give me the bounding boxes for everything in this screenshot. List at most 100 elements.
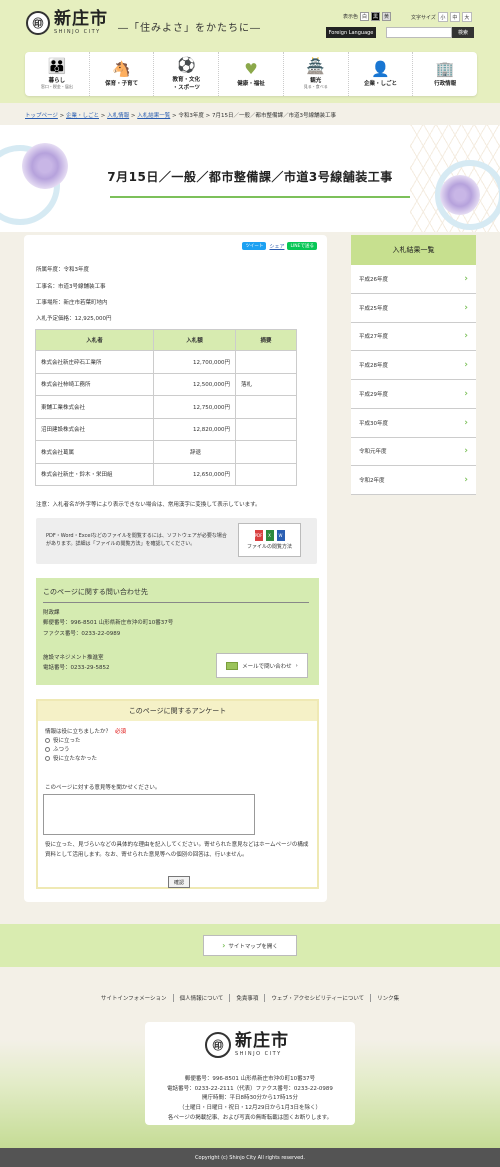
- file-viewer-label: ファイルの閲覧方法: [246, 544, 292, 550]
- sidebar-item[interactable]: 平成28年度 ›: [351, 351, 476, 380]
- amount-cell: 辞退: [153, 440, 236, 464]
- pdf-icon: PDF: [254, 530, 263, 541]
- breadcrumb-current: 令和3年度 > 7月15日／一般／都市整備課／市道3号線舗装工事: [178, 113, 336, 119]
- remark-cell: 落札: [235, 372, 297, 396]
- remark-cell: [235, 350, 297, 374]
- gnav-label: 教育・文化 ・スポーツ: [172, 76, 201, 91]
- business-icon: 👤: [371, 59, 390, 78]
- footer-tel: 電話番号：0233-22-2111（代表）ファクス番号：0233-22-0989: [167, 1085, 333, 1092]
- excel-icon: X: [265, 530, 274, 541]
- chevron-right-icon: ›: [464, 417, 468, 428]
- amount-cell: 12,820,000円: [153, 417, 236, 441]
- sitemap-button[interactable]: › サイトマップを開く: [203, 935, 297, 956]
- sidebar-item[interactable]: 平成27年度 ›: [351, 323, 476, 352]
- site-header: ㊞ 新庄市 SHINJO CITY ―「住みよさ」をかたちに― 表示色 白 黒 …: [0, 0, 500, 103]
- breadcrumb-link[interactable]: 入札結果一覧: [137, 113, 170, 119]
- survey-textarea[interactable]: [43, 794, 255, 835]
- share-link[interactable]: シェア: [269, 243, 284, 250]
- sidebar-item[interactable]: 平成30年度 ›: [351, 409, 476, 438]
- color-white-button[interactable]: 白: [360, 12, 370, 21]
- copyright: Copyright (c) Shinjo City All rights res…: [0, 1148, 500, 1167]
- column-header: 摘要: [235, 329, 297, 351]
- footer-link[interactable]: ウェブ・アクセシビリティーについて: [265, 994, 372, 1002]
- sidebar-item[interactable]: 平成29年度 ›: [351, 380, 476, 409]
- search-button[interactable]: 検索: [452, 27, 474, 38]
- survey-option[interactable]: 役に立った: [45, 736, 126, 744]
- gnav-item-life[interactable]: 👪 暮らし 窓口・税金・届出: [25, 52, 90, 96]
- font-mid-button[interactable]: 中: [449, 12, 460, 22]
- survey-box: このページに関するアンケート 情報は役に立ちましたか？ 必須 役に立った ふつう …: [36, 699, 319, 889]
- footer-link[interactable]: リンク集: [371, 994, 405, 1002]
- submit-button[interactable]: 確認: [168, 876, 190, 888]
- footer-link[interactable]: 個人情報について: [174, 994, 231, 1002]
- font-small-button[interactable]: 小: [437, 12, 448, 22]
- sidebar-item[interactable]: 令和元年度 ›: [351, 438, 476, 467]
- breadcrumb-link[interactable]: 企業・しごと: [66, 113, 99, 119]
- mail-inquiry-button[interactable]: メールで問い合わせ ›: [216, 653, 308, 678]
- info-price: 入札予定価格：12,925,000円: [36, 316, 112, 322]
- sidebar-item-label: 令和2年度: [359, 478, 385, 485]
- city-emblem-icon: ㊞: [26, 11, 50, 35]
- info-year: 所属年度：令和3年度: [36, 267, 89, 273]
- search-input[interactable]: [386, 27, 452, 38]
- color-yellow-button[interactable]: 黄: [382, 12, 392, 21]
- line-button[interactable]: LINEで送る: [287, 242, 317, 250]
- survey-option[interactable]: 役に立たなかった: [45, 754, 126, 762]
- sidebar-item[interactable]: 令和2年度 ›: [351, 466, 476, 495]
- footer-link[interactable]: 免責事項: [230, 994, 266, 1002]
- font-large-button[interactable]: 大: [461, 12, 472, 22]
- title-band: 7月15日／一般／都市整備課／市道3号線舗装工事: [0, 125, 500, 232]
- survey-option[interactable]: ふつう: [45, 745, 126, 753]
- file-viewer-box: PDF・Word・Excelなどのファイルを閲覧するには、ソフトウェアが必要な場…: [36, 518, 317, 564]
- slogan: ―「住みよさ」をかたちに―: [118, 23, 261, 34]
- gnav-item-government[interactable]: 🏢 行政情報: [413, 52, 477, 96]
- radio-icon: [45, 746, 50, 752]
- sidebar-item[interactable]: 平成25年度 ›: [351, 294, 476, 323]
- site-logo[interactable]: ㊞ 新庄市 SHINJO CITY: [26, 11, 108, 35]
- radio-icon: [45, 755, 50, 761]
- amount-cell: 12,500,000円: [153, 372, 236, 396]
- gnav-sub: 窓口・税金・届出: [40, 83, 73, 89]
- chevron-right-icon: ›: [464, 360, 468, 371]
- footer-rights: 各ページの掲載記事、および写真の無断転載は固くお断りします。: [167, 1114, 333, 1121]
- government-icon: 🏢: [435, 59, 455, 78]
- required-badge: 必須: [115, 729, 127, 735]
- contact-tel: 電話番号：0233-29-5852: [43, 665, 110, 672]
- sitemap-label: サイトマップを開く: [228, 943, 278, 950]
- footer-link[interactable]: サイトインフォメーション: [95, 994, 174, 1002]
- twitter-button[interactable]: ツイート: [242, 242, 267, 250]
- option-label: 役に立たなかった: [53, 756, 98, 762]
- table-row: 東舗工業株式会社 12,750,000円: [35, 395, 297, 419]
- table-header-row: 入札者 入札額 摘要: [35, 329, 297, 351]
- mail-inquiry-label: メールで問い合わせ: [242, 663, 292, 670]
- child-icon: 🐴: [112, 59, 131, 78]
- file-viewer-button[interactable]: PDF X W ファイルの閲覧方法: [238, 523, 301, 557]
- gnav-label: 健康・福祉: [237, 80, 265, 87]
- survey-question: 情報は役に立ちましたか？: [45, 729, 112, 735]
- bidder-cell: 株式会社新庄砕石工業所: [35, 350, 154, 374]
- gnav-item-education[interactable]: ⚽ 教育・文化 ・スポーツ: [154, 52, 220, 96]
- table-row: 沼田建設株式会社 12,820,000円: [35, 417, 297, 441]
- breadcrumb-link[interactable]: トップページ: [25, 113, 58, 119]
- sidebar-item-label: 平成27年度: [359, 334, 388, 341]
- bidder-cell: 株式会社新庄・鈴木・栄田組: [35, 462, 154, 486]
- font-size-switcher: 文字サイズ 小 中 大: [411, 12, 472, 22]
- gnav-item-business[interactable]: 👤 企業・しごと: [349, 52, 414, 96]
- breadcrumb-link[interactable]: 入札情報: [107, 113, 129, 119]
- gnav-item-health[interactable]: ♥ 健康・福祉: [219, 52, 284, 96]
- footer-closed: （土曜日・日曜日・祝日・12月29日から1月3日を除く）: [179, 1104, 321, 1111]
- color-black-button[interactable]: 黒: [371, 12, 381, 21]
- gnav-item-tourism[interactable]: 🏯 観光 見る・食べる: [284, 52, 349, 96]
- bidder-cell: 東舗工業株式会社: [35, 395, 154, 419]
- gnav-label: 暮らし: [48, 77, 66, 84]
- sidebar-title: 入札結果一覧: [351, 235, 476, 265]
- contact-box: このページに関する問い合わせ先 財政課 郵便番号：996-8501 山形県新庄市…: [36, 578, 319, 685]
- sidebar-item[interactable]: 平成26年度 ›: [351, 265, 476, 294]
- foreign-language-button[interactable]: Foreign Language: [326, 27, 376, 38]
- gnav-label: 行政情報: [434, 80, 457, 87]
- chevron-right-icon: ›: [464, 331, 468, 342]
- gnav-label: 企業・しごと: [363, 80, 397, 87]
- gnav-item-childcare[interactable]: 🐴 保育・子育て: [90, 52, 155, 96]
- survey-title: このページに関するアンケート: [38, 701, 317, 721]
- amount-cell: 12,700,000円: [153, 350, 236, 374]
